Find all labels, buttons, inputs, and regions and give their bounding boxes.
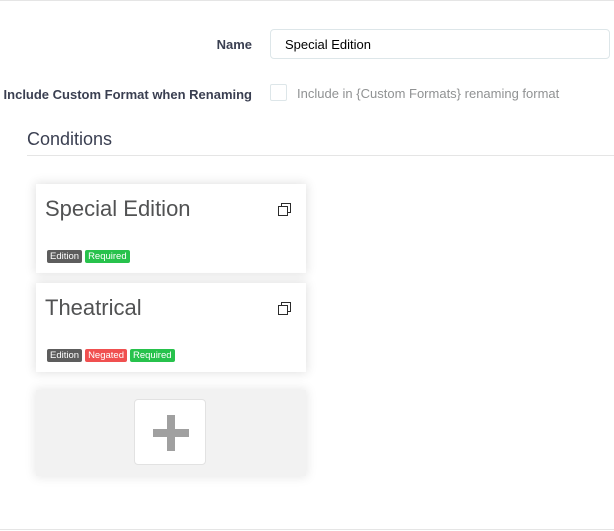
include-custom-format-checkbox[interactable] [270,84,287,101]
include-custom-format-label: Include Custom Format when Renaming [3,87,252,102]
conditions-divider [27,155,614,156]
clone-icon[interactable] [278,302,291,315]
condition-labels: Edition Required [47,250,130,263]
name-label: Name [216,37,252,52]
include-custom-format-help: Include in {Custom Formats} renaming for… [297,86,560,101]
bottom-divider [0,529,614,530]
name-input[interactable] [270,29,610,59]
top-divider [0,0,614,1]
condition-card-title: Special Edition [45,196,191,221]
required-label: Required [129,349,175,362]
condition-card-title: Theatrical [45,295,142,320]
plus-icon [153,415,189,451]
conditions-heading: Conditions [27,129,113,149]
negated-label: Negated [85,349,127,362]
required-label: Required [85,250,130,263]
condition-type-label: Edition [47,349,83,362]
add-condition-card [36,390,306,476]
condition-type-label: Edition [47,250,83,263]
condition-card[interactable]: Theatrical Edition Negated Required [36,283,306,372]
add-condition-button[interactable] [134,399,206,465]
condition-card[interactable]: Special Edition Edition Required [36,184,306,273]
clone-icon[interactable] [278,203,291,216]
condition-labels: Edition Negated Required [47,349,175,362]
